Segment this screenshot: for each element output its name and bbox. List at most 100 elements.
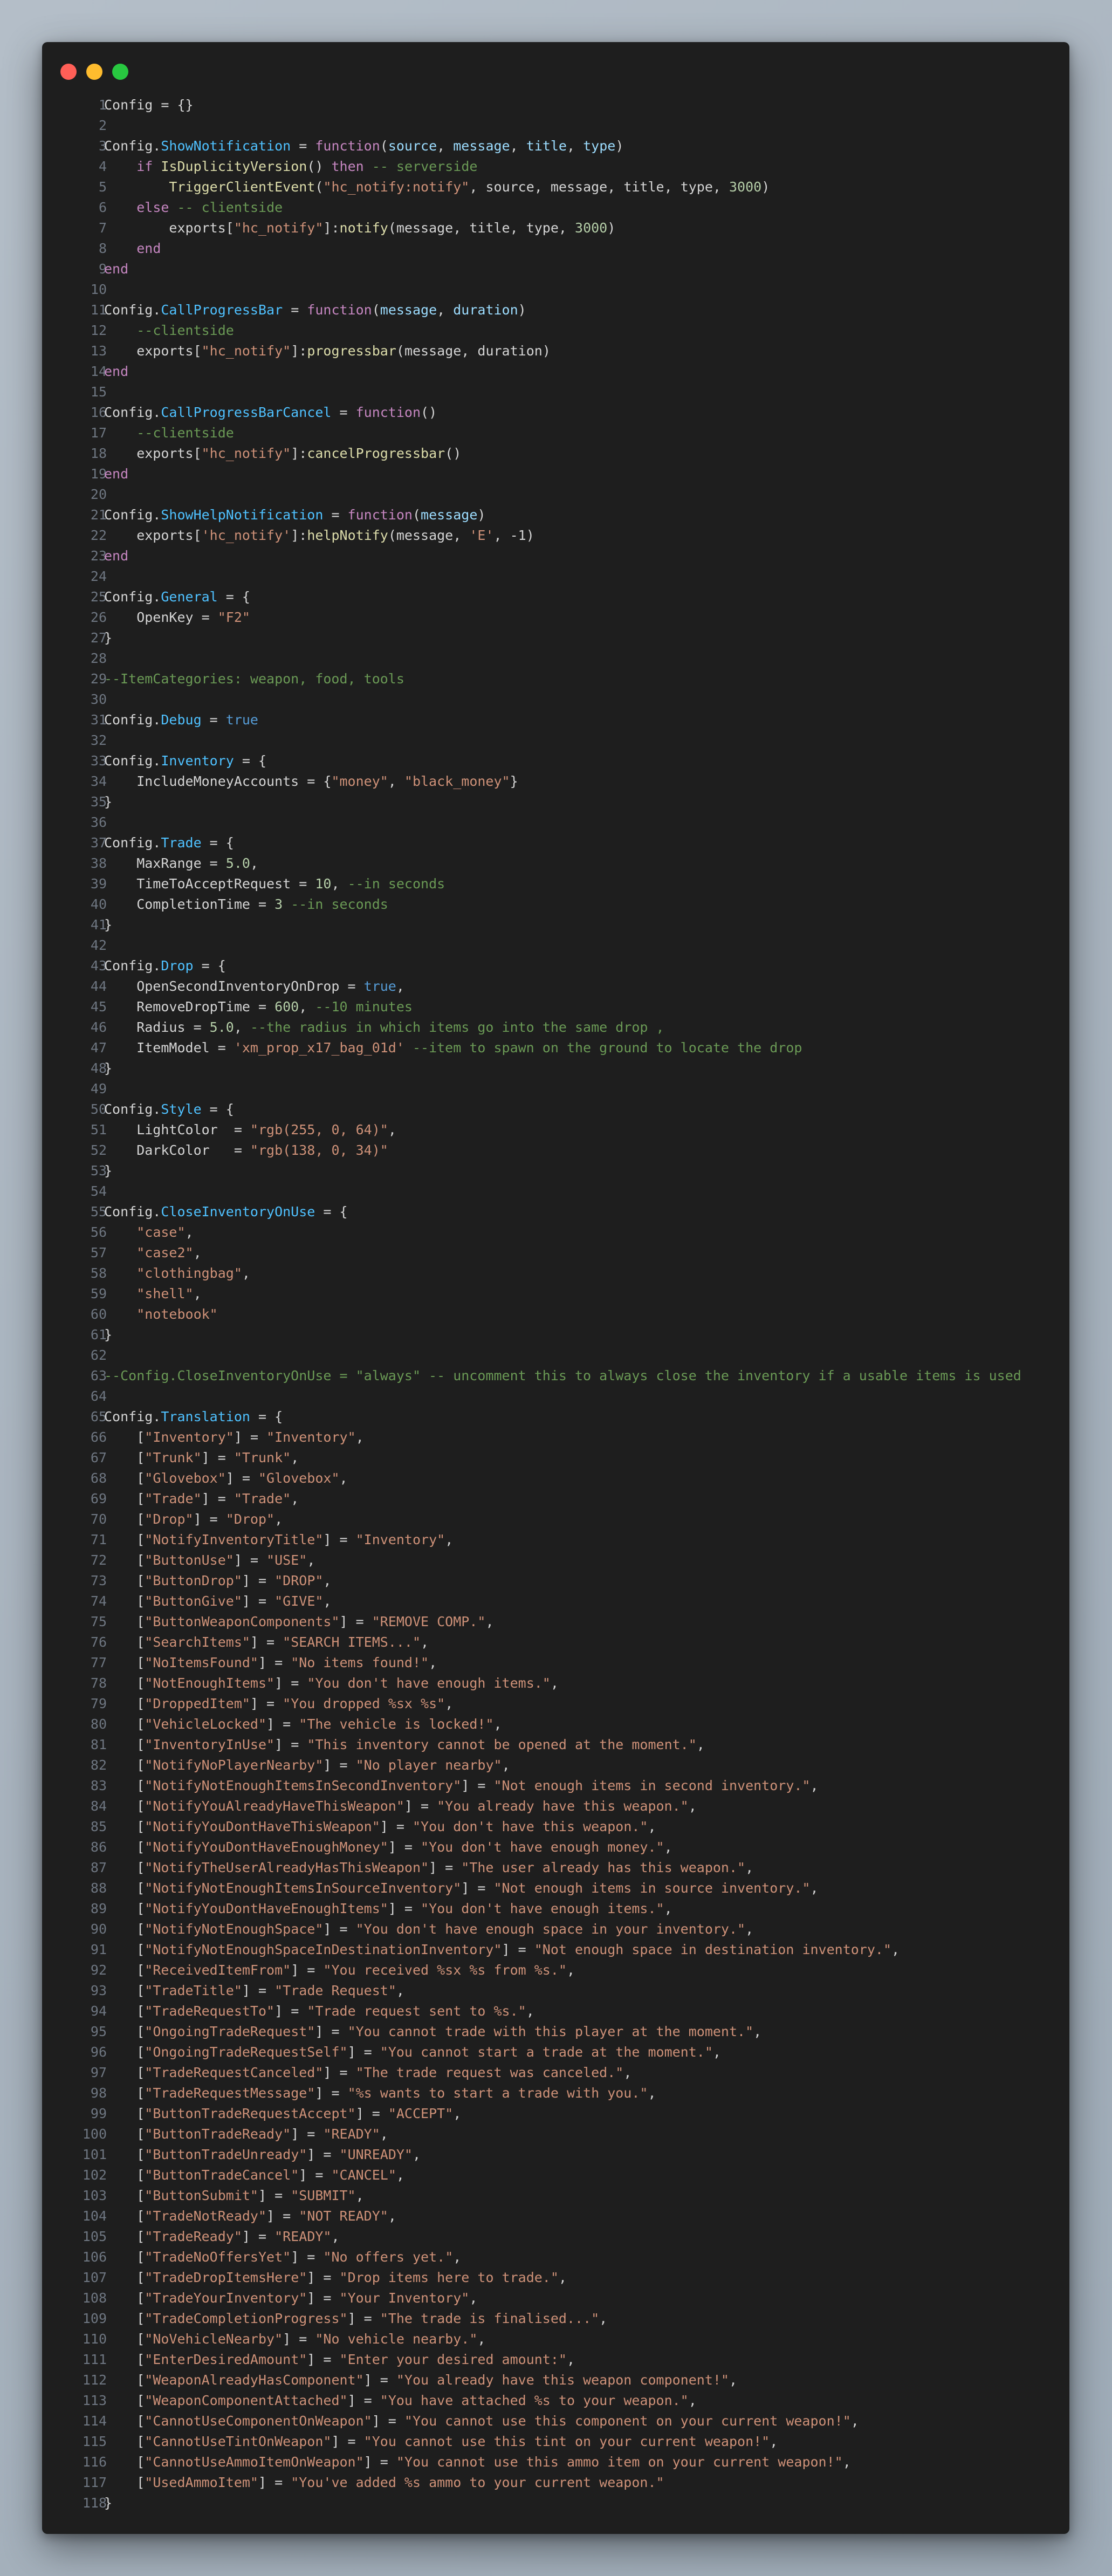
code-token: ] =: [291, 1962, 324, 1978]
line-text: --ItemCategories: weapon, food, tools: [104, 669, 404, 689]
code-token: ]:: [291, 446, 307, 461]
code-token: }: [104, 2495, 113, 2511]
code-token: [: [104, 1860, 145, 1875]
code-token: [: [104, 2188, 145, 2203]
code-token: notify: [339, 220, 388, 236]
line-number: 11: [90, 302, 107, 318]
code-line: 97 ["TradeRequestCanceled"] = "The trade…: [42, 2063, 1069, 2083]
line-text: Config.Inventory = {: [104, 751, 266, 771]
code-line: 15: [42, 382, 1069, 402]
code-token: ] =: [274, 1737, 307, 1752]
line-number: 115: [82, 2434, 107, 2449]
line-text: ["NotifyNotEnoughSpaceInDestinationInven…: [104, 1940, 900, 1960]
line-number: 66: [90, 1429, 107, 1445]
code-token: "Inventory": [145, 1429, 234, 1445]
line-text: ["EnterDesiredAmount"] = "Enter your des…: [104, 2349, 575, 2370]
code-token: Config.: [104, 1409, 161, 1424]
code-token: ] =: [291, 2249, 324, 2265]
line-number: 118: [82, 2495, 107, 2511]
code-token: ,: [469, 2290, 478, 2306]
code-token: Config.: [104, 405, 161, 420]
line-text: ["NotifyYouAlreadyHaveThisWeapon"] = "Yo…: [104, 1796, 697, 1817]
code-line: 28: [42, 648, 1069, 669]
code-token: "SEARCH ITEMS...": [283, 1634, 421, 1650]
line-number: 94: [90, 2003, 107, 2019]
code-token: "No items found!": [291, 1655, 429, 1670]
code-token: [: [104, 2331, 145, 2347]
code-token: ] =: [242, 1593, 275, 1609]
code-token: ] =: [372, 2413, 404, 2429]
code-token: [: [104, 2147, 145, 2162]
code-token: ,: [712, 2044, 721, 2060]
code-token: ] =: [339, 1614, 372, 1629]
line-number: 52: [90, 1142, 107, 1158]
code-token: "TradeNotReady": [145, 2208, 267, 2224]
code-token: =: [323, 507, 348, 523]
code-token: [: [104, 2290, 145, 2306]
code-token: "You cannot use this ammo item on your c…: [396, 2454, 843, 2470]
line-number: 107: [82, 2270, 107, 2285]
code-token: "You cannot trade with this player at th…: [347, 2024, 754, 2039]
code-token: [: [104, 1655, 145, 1670]
code-token: [: [104, 1593, 145, 1609]
line-number: 68: [90, 1470, 107, 1486]
code-token: ,: [510, 138, 526, 154]
code-token: ): [607, 220, 616, 236]
minimize-window-button[interactable]: [86, 64, 102, 80]
code-token: "Trade": [234, 1491, 291, 1506]
code-token: = {: [193, 958, 226, 974]
code-token: Config.: [104, 302, 161, 318]
line-text: --Config.CloseInventoryOnUse = "always" …: [104, 1366, 1021, 1386]
line-number: 92: [90, 1962, 107, 1978]
line-number: 74: [90, 1593, 107, 1609]
code-token: (): [445, 446, 462, 461]
line-text: }: [104, 628, 112, 648]
code-token: ] =: [201, 1450, 234, 1465]
code-line: 57 "case2",: [42, 1243, 1069, 1263]
close-window-button[interactable]: [60, 64, 77, 80]
code-line: 108 ["TradeYourInventory"] = "Your Inven…: [42, 2288, 1069, 2308]
line-text: Config.CallProgressBar = function(messag…: [104, 300, 526, 320]
code-token: Config.: [104, 958, 161, 974]
code-token: = {: [250, 1409, 283, 1424]
line-number: 75: [90, 1614, 107, 1629]
code-token: [: [104, 2270, 145, 2285]
code-token: ,: [493, 1716, 502, 1732]
code-token: ShowHelpNotification: [161, 507, 324, 523]
code-token: = {: [201, 1101, 234, 1117]
line-text: Config.Drop = {: [104, 956, 226, 976]
code-line: 36: [42, 812, 1069, 833]
code-line: 30: [42, 689, 1069, 710]
line-number: 64: [90, 1388, 107, 1404]
line-number: 83: [90, 1778, 107, 1793]
code-line: 6 else -- clientside: [42, 197, 1069, 218]
code-editor[interactable]: 1 Config = {} 2 3 Config.ShowNotification = …: [42, 95, 1069, 2513]
code-token: ] =: [331, 2434, 364, 2449]
code-token: DarkColor =: [104, 1142, 250, 1158]
code-token: "NOT READY": [299, 2208, 388, 2224]
code-token: ] =: [274, 2003, 307, 2019]
line-text: ["NotifyYouDontHaveEnoughMoney"] = "You …: [104, 1837, 672, 1858]
code-token: , source, message, title, type,: [469, 179, 729, 195]
line-text: IncludeMoneyAccounts = {"money", "black_…: [104, 771, 518, 792]
code-token: ,: [842, 2454, 851, 2470]
line-number: 84: [90, 1798, 107, 1814]
code-token: "shell": [136, 1286, 194, 1301]
code-token: "ACCEPT": [388, 2106, 454, 2121]
line-text: "clothingbag",: [104, 1263, 250, 1284]
code-line: 116 ["CannotUseAmmoItemOnWeapon"] = "You…: [42, 2452, 1069, 2472]
code-token: [: [104, 2454, 145, 2470]
code-token: ] =: [234, 1552, 267, 1568]
maximize-window-button[interactable]: [112, 64, 128, 80]
code-line: 65 Config.Translation = {: [42, 1407, 1069, 1427]
line-number: 51: [90, 1122, 107, 1138]
line-number: 87: [90, 1860, 107, 1875]
code-token: "TradeNoOffersYet": [145, 2249, 291, 2265]
code-token: ] =: [429, 1860, 462, 1875]
code-token: -- clientside: [177, 200, 283, 215]
code-token: ] =: [315, 2024, 348, 2039]
code-token: [: [104, 1798, 145, 1814]
